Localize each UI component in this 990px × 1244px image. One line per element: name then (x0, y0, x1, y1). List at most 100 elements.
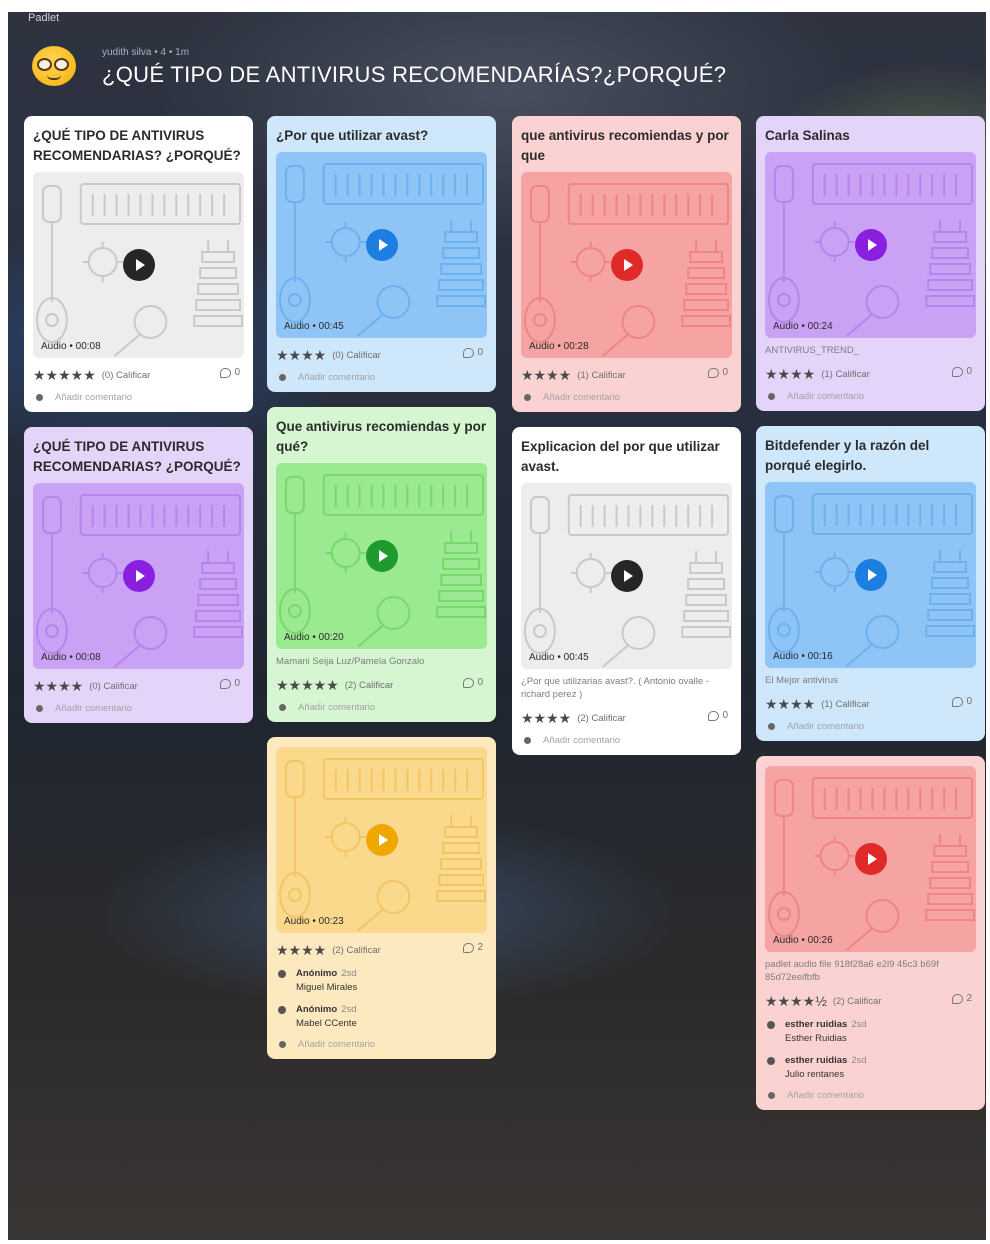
star-rating-icon[interactable]: ★★★★ (276, 942, 326, 959)
rate-button[interactable]: (0) Calificar (332, 350, 381, 361)
audio-player[interactable]: Audio • 00:24 (765, 152, 976, 338)
comment-count[interactable]: 2 (952, 993, 972, 1004)
play-button-icon[interactable] (854, 843, 887, 875)
audio-duration: Audio • 00:23 (284, 916, 344, 927)
post-card[interactable]: Audio • 00:23 ★★★★ (2) Calificar 2 Anóni… (267, 737, 496, 1059)
star-rating-icon[interactable]: ★★★★ (521, 710, 571, 727)
star-rating-icon[interactable]: ★★★★★ (276, 677, 339, 694)
comment-count[interactable]: 0 (952, 696, 972, 707)
commenter-name: esther ruidias (785, 1019, 848, 1030)
add-comment-field[interactable]: Añadir comentario (276, 1039, 487, 1050)
audio-player[interactable]: Audio • 00:26 (765, 766, 976, 952)
comment-text: Mabel CCente (296, 1018, 357, 1029)
rate-button[interactable]: (2) Calificar (345, 680, 394, 691)
comment-text: Julio rentanes (785, 1069, 845, 1080)
rate-button[interactable]: (2) Calificar (332, 945, 381, 956)
comment-count-value: 0 (966, 696, 972, 707)
rating-bar: ★★★★ (1) Calificar 0 (521, 366, 732, 384)
comment-count[interactable]: 0 (708, 710, 728, 721)
post-card[interactable]: Explicacion del por que utilizar avast. (512, 427, 741, 755)
play-button-icon[interactable] (610, 249, 643, 281)
add-comment-label: Añadir comentario (543, 392, 621, 403)
play-button-icon[interactable] (365, 824, 398, 856)
post-card[interactable]: ¿QUÉ TIPO DE ANTIVIRUS RECOMENDARIAS? ¿P… (24, 427, 253, 723)
comment-bubble-icon (952, 366, 964, 377)
post-card[interactable]: Audio • 00:26 padlet audio file 918f28a6… (756, 756, 985, 1110)
play-button-icon[interactable] (122, 560, 155, 592)
audio-player[interactable]: Audio • 00:20 (276, 463, 487, 649)
play-button-icon[interactable] (610, 560, 643, 592)
rating-bar: ★★★★ (1) Calificar 0 (765, 365, 976, 383)
post-card[interactable]: ¿Por que utilizar avast? Audio • 00:45 ★… (267, 116, 496, 392)
rating-bar: ★★★★ (0) Calificar 0 (33, 677, 244, 695)
comment-count[interactable]: 0 (220, 367, 240, 378)
post-card[interactable]: Que antivirus recomiendas y por qué? Aud… (267, 407, 496, 722)
comment-list: esther ruidias 2sd Esther Ruidias esther … (765, 1018, 976, 1082)
comment-count-value: 0 (722, 710, 728, 721)
audio-player[interactable]: Audio • 00:08 (33, 172, 244, 358)
add-comment-field[interactable]: Añadir comentario (33, 703, 244, 714)
star-rating-icon[interactable]: ★★★★ (521, 367, 571, 384)
rate-button[interactable]: (2) Calificar (833, 996, 882, 1007)
audio-duration: Audio • 00:20 (284, 632, 344, 643)
comment-count[interactable]: 0 (708, 367, 728, 378)
rate-button[interactable]: (2) Calificar (577, 713, 626, 724)
user-avatar-icon (768, 393, 775, 400)
add-comment-field[interactable]: Añadir comentario (521, 392, 732, 403)
post-card[interactable]: que antivirus recomiendas y por que Audi… (512, 116, 741, 412)
audio-player[interactable]: Audio • 00:08 (33, 483, 244, 669)
star-rating-icon[interactable]: ★★★★★ (33, 367, 96, 384)
star-rating-icon[interactable]: ★★★★ (33, 678, 83, 695)
comment-text: Miguel Mirales (296, 982, 358, 993)
rate-button[interactable]: (0) Calificar (89, 681, 138, 692)
comment-time: 2sd (851, 1019, 867, 1030)
star-rating-icon[interactable]: ★★★★ (765, 366, 815, 383)
audio-player[interactable]: Audio • 00:45 (276, 152, 487, 338)
post-description: padlet audio file 918f28a6 e2l9 45c3 b69… (765, 959, 939, 983)
rate-button[interactable]: (1) Calificar (821, 699, 870, 710)
comment-count[interactable]: 0 (463, 677, 483, 688)
add-comment-field[interactable]: Añadir comentario (765, 721, 976, 732)
board-meta: yudith silva • 4 • 1m (102, 47, 190, 58)
post-card[interactable]: Carla Salinas Audio • 00:24 ANTIVIRUS_TR… (756, 116, 985, 411)
rating-bar: ★★★★ (2) Calificar 0 (521, 709, 732, 727)
add-comment-field[interactable]: Añadir comentario (33, 392, 244, 403)
comment-count[interactable]: 0 (463, 347, 483, 358)
rate-button[interactable]: (1) Calificar (577, 370, 626, 381)
user-avatar-icon (36, 394, 43, 401)
rating-bar: ★★★★ (0) Calificar 0 (276, 346, 487, 364)
audio-player[interactable]: Audio • 00:23 (276, 747, 487, 933)
audio-player[interactable]: Audio • 00:45 (521, 483, 732, 669)
comment-bubble-icon (708, 710, 720, 721)
play-button-icon[interactable] (365, 229, 398, 261)
rate-button[interactable]: (0) Calificar (102, 370, 151, 381)
column-2: ¿Por que utilizar avast? Audio • 00:45 ★… (267, 116, 496, 1074)
audio-player[interactable]: Audio • 00:16 (765, 482, 976, 668)
post-card[interactable]: Bitdefender y la razón del porqué elegir… (756, 426, 985, 741)
play-button-icon[interactable] (365, 540, 398, 572)
star-rating-icon[interactable]: ★★★★ (276, 347, 326, 364)
add-comment-field[interactable]: Añadir comentario (521, 735, 732, 746)
star-rating-icon[interactable]: ★★★★½ (765, 993, 827, 1010)
post-title: Explicacion del por que utilizar avast. (521, 439, 720, 474)
audio-player[interactable]: Audio • 00:28 (521, 172, 732, 358)
add-comment-field[interactable]: Añadir comentario (765, 391, 976, 402)
rating-bar: ★★★★ (1) Calificar 0 (765, 695, 976, 713)
commenter-avatar-icon (767, 1057, 775, 1065)
commenter-name: esther ruidias (785, 1055, 848, 1066)
add-comment-label: Añadir comentario (298, 702, 376, 713)
star-rating-icon[interactable]: ★★★★ (765, 696, 815, 713)
comment-count[interactable]: 0 (220, 678, 240, 689)
play-button-icon[interactable] (122, 249, 155, 281)
add-comment-field[interactable]: Añadir comentario (276, 702, 487, 713)
comment-count[interactable]: 0 (952, 366, 972, 377)
comment-count-value: 0 (966, 366, 972, 377)
rate-button[interactable]: (1) Calificar (821, 369, 870, 380)
post-card[interactable]: ¿QUÉ TIPO DE ANTIVIRUS RECOMENDARIAS? ¿P… (24, 116, 253, 412)
audio-duration: Audio • 00:26 (773, 935, 833, 946)
comment-count[interactable]: 2 (463, 942, 483, 953)
play-button-icon[interactable] (854, 559, 887, 591)
play-button-icon[interactable] (854, 229, 887, 261)
add-comment-field[interactable]: Añadir comentario (276, 372, 487, 383)
add-comment-field[interactable]: Añadir comentario (765, 1090, 976, 1101)
